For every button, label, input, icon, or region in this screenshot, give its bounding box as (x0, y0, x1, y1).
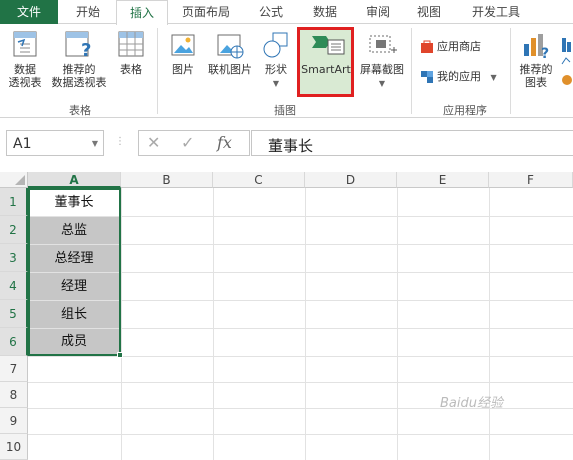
pivot-table-icon (13, 31, 37, 57)
group-separator (510, 28, 511, 114)
group-label-apps: 应用程序 (443, 104, 487, 117)
formula-input[interactable]: 董事长 (251, 130, 573, 156)
recommended-charts-button[interactable]: ? 推荐的 图表 (514, 30, 558, 89)
group-label-illustrations: 插图 (274, 104, 296, 117)
row-header-1[interactable]: 1 (0, 188, 28, 216)
tab-page-layout[interactable]: 页面布局 (172, 0, 240, 24)
gridline (213, 188, 214, 460)
group-label-tables: 表格 (69, 104, 91, 117)
column-header-a[interactable]: A (28, 172, 121, 188)
tab-file[interactable]: 文件 (0, 0, 58, 24)
recommended-pivot-button[interactable]: ? 推荐的 数据透视表 (48, 30, 110, 89)
worksheet-grid[interactable]: A B C D E F 1 2 3 4 5 6 7 8 9 10 董事长 总监 … (0, 172, 573, 460)
chevron-down-icon[interactable]: ▼ (92, 139, 98, 148)
gridline (28, 382, 573, 383)
shapes-label: 形状 (265, 63, 287, 76)
picture-icon (171, 34, 195, 56)
column-header-f[interactable]: F (489, 172, 573, 188)
shapes-button[interactable]: 形状 ▼ (258, 30, 294, 90)
tab-developer[interactable]: 开发工具 (460, 0, 532, 24)
drag-handle-icon[interactable]: ⋮ (115, 136, 125, 147)
column-header-d[interactable]: D (305, 172, 397, 188)
formula-buttons: ✕ ✓ fx (138, 130, 250, 156)
tab-insert[interactable]: 插入 (116, 0, 168, 25)
app-store-button[interactable]: 应用商店 (420, 38, 481, 56)
shapes-icon (263, 32, 288, 58)
recommended-pivot-icon: ? (65, 31, 91, 60)
row-header-2[interactable]: 2 (0, 216, 28, 244)
column-header-e[interactable]: E (397, 172, 489, 188)
tab-data[interactable]: 数据 (300, 0, 350, 24)
gridline (489, 188, 490, 460)
ribbon-insert: 数据 透视表 ? 推荐的 数据透视表 表格 表格 图片 联机图片 形状 ▼ Sm… (0, 24, 573, 118)
selection-range (28, 188, 121, 356)
name-box[interactable]: A1 ▼ (6, 130, 104, 156)
ribbon-tab-bar: 文件 开始 插入 页面布局 公式 数据 审阅 视图 开发工具 (0, 0, 573, 25)
online-picture-button[interactable]: 联机图片 (204, 30, 256, 76)
picture-button[interactable]: 图片 (164, 30, 202, 76)
select-all-icon (15, 175, 25, 185)
fill-handle[interactable] (117, 352, 123, 358)
svg-text:?: ? (541, 46, 549, 60)
gridline (397, 188, 398, 460)
tab-home[interactable]: 开始 (62, 0, 114, 24)
cancel-icon[interactable]: ✕ (147, 133, 160, 152)
table-button[interactable]: 表格 (112, 30, 150, 76)
tab-view[interactable]: 视图 (404, 0, 454, 24)
row-header-9[interactable]: 9 (0, 408, 28, 434)
gridline (28, 434, 573, 435)
gridline (121, 188, 122, 460)
group-separator (411, 28, 412, 114)
smartart-icon (312, 36, 345, 55)
svg-text:?: ? (81, 40, 91, 60)
chevron-down-icon: ▼ (378, 79, 386, 88)
gridline (305, 188, 306, 460)
row-header-6[interactable]: 6 (0, 328, 28, 356)
column-header-b[interactable]: B (121, 172, 213, 188)
table-icon (118, 31, 144, 57)
chevron-down-icon: ▼ (490, 73, 497, 82)
screenshot-icon (369, 35, 397, 53)
formula-bar: A1 ▼ ⋮ ✕ ✓ fx 董事长 (0, 118, 573, 172)
tab-review[interactable]: 审阅 (354, 0, 402, 24)
column-header-c[interactable]: C (213, 172, 305, 188)
recommended-charts-icon: ? (524, 34, 549, 60)
row-header-3[interactable]: 3 (0, 244, 28, 272)
gridline (28, 356, 573, 357)
online-picture-icon (217, 34, 244, 59)
my-apps-icon (421, 71, 433, 83)
chevron-down-icon: ▼ (272, 79, 280, 88)
charts-gallery-icon[interactable] (561, 36, 573, 96)
pivot-table-button[interactable]: 数据 透视表 (4, 30, 46, 89)
store-icon (421, 40, 433, 53)
group-separator (157, 28, 158, 114)
smartart-button[interactable]: SmartArt (298, 32, 354, 76)
select-all-corner[interactable] (0, 172, 28, 188)
row-header-10[interactable]: 10 (0, 434, 28, 460)
insert-function-icon[interactable]: fx (217, 133, 232, 152)
row-header-7[interactable]: 7 (0, 356, 28, 382)
row-header-4[interactable]: 4 (0, 272, 28, 300)
tab-formulas[interactable]: 公式 (246, 0, 296, 24)
screenshot-button[interactable]: 屏幕截图 ▼ (356, 30, 408, 90)
my-apps-button[interactable]: 我的应用 ▼ (420, 68, 497, 86)
row-header-8[interactable]: 8 (0, 382, 28, 408)
row-header-5[interactable]: 5 (0, 300, 28, 328)
watermark-logo: Baidu经验 (440, 396, 503, 411)
enter-icon[interactable]: ✓ (181, 133, 194, 152)
